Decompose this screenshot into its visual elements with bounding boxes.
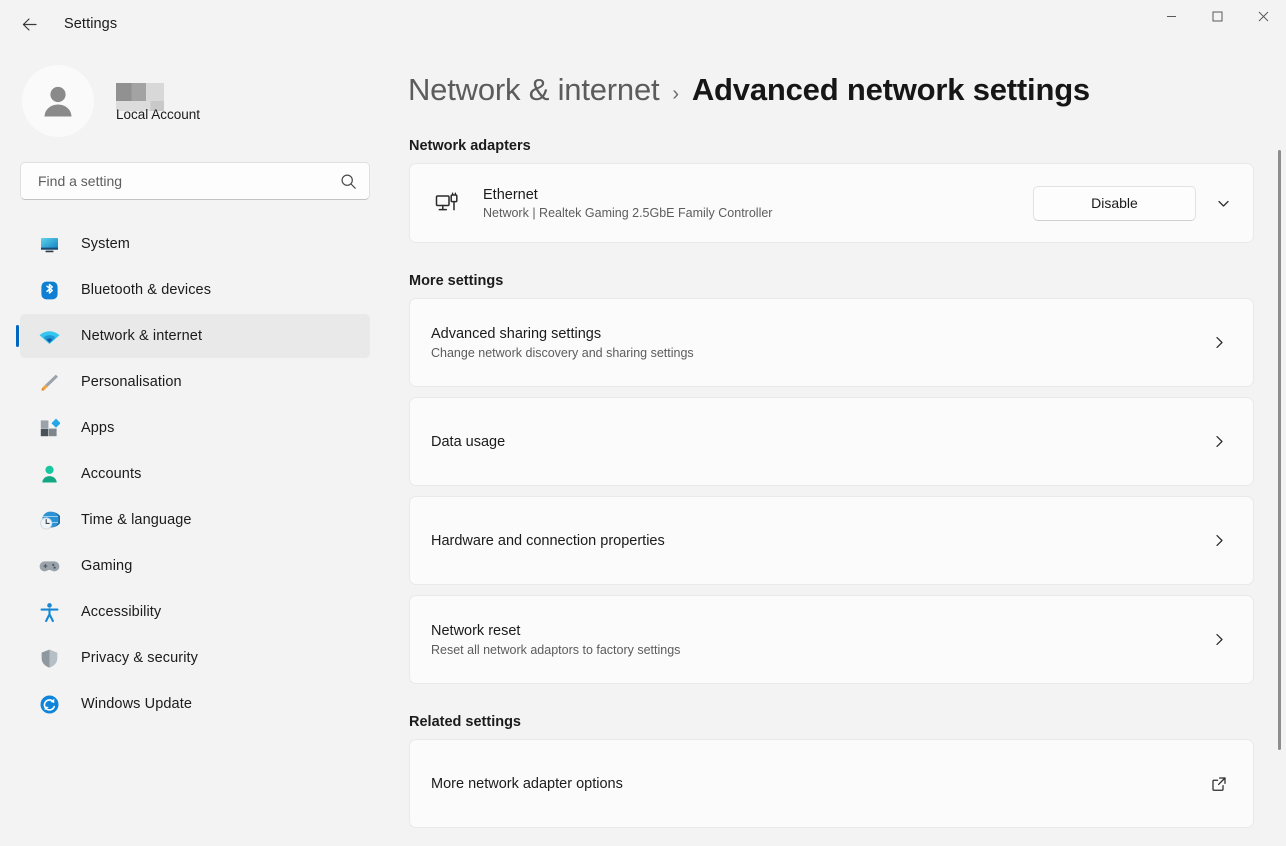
wifi-icon [38,325,60,347]
disable-button[interactable]: Disable [1033,185,1196,221]
title-bar: Settings [0,0,1286,48]
sidebar-item-label: Privacy & security [81,650,199,666]
sidebar-item-network-internet[interactable]: Network & internet [16,314,370,358]
apps-icon [38,417,60,439]
sidebar-item-label: Gaming [81,558,133,574]
chevron-right-icon [1209,533,1229,548]
sidebar-item-label: Apps [81,420,115,436]
page-title: Advanced network settings [691,72,1090,107]
sidebar-item-bluetooth-devices[interactable]: Bluetooth & devices [20,268,370,312]
sidebar-item-label: System [81,236,130,252]
app-title: Settings [64,16,118,32]
profile-text: Local Account [116,81,200,122]
sidebar-item-label: Windows Update [81,696,193,712]
setting-text: Network reset Reset all network adaptors… [431,623,1209,657]
person-icon [38,463,60,485]
person-avatar-icon [44,86,72,117]
ethernet-adapter-text: Ethernet Network | Realtek Gaming 2.5GbE… [483,187,1033,220]
bluetooth-icon [38,279,60,301]
profile-section[interactable]: Local Account [22,65,390,137]
more-network-adapter-options-card[interactable]: More network adapter options [409,739,1254,828]
refresh-icon [38,693,60,715]
sidebar-item-personalisation[interactable]: Personalisation [20,360,370,404]
sidebar-item-accessibility[interactable]: Accessibility [20,590,370,634]
ethernet-icon [432,190,462,217]
sidebar-item-gaming[interactable]: Gaming [20,544,370,588]
setting-text: More network adapter options [431,776,1209,792]
setting-title: More network adapter options [431,775,623,792]
sidebar-item-windows-update[interactable]: Windows Update [20,682,370,726]
search-icon [340,173,357,190]
user-name-redacted [116,82,164,111]
sidebar-item-system[interactable]: System [20,222,370,266]
breadcrumb-parent-link[interactable]: Network & internet [408,72,660,108]
maximize-icon [1212,11,1222,21]
paintbrush-icon [38,371,60,393]
settings-window: Settings Local Account Find a setting Sy… [0,0,1286,846]
chevron-right-icon [1209,335,1229,350]
main-content: Network & internet › Advanced network se… [390,48,1286,846]
sidebar-item-apps[interactable]: Apps [20,406,370,450]
gamepad-icon [38,555,60,577]
search-input[interactable] [36,172,334,190]
external-link-icon [1209,776,1229,792]
hardware-connection-properties-card[interactable]: Hardware and connection properties [409,496,1254,585]
sidebar-item-label: Bluetooth & devices [81,282,212,298]
sidebar-item-label: Accounts [81,466,142,482]
setting-title: Hardware and connection properties [431,532,665,549]
section-heading-network-adapters: Network adapters [409,138,531,154]
data-usage-card[interactable]: Data usage [409,397,1254,486]
section-heading-related-settings: Related settings [409,714,521,730]
chevron-right-icon [1209,434,1229,449]
sidebar-item-label: Personalisation [81,374,182,390]
account-type-label: Local Account [116,106,201,122]
clock-globe-icon [38,509,60,531]
ethernet-adapter-card[interactable]: Ethernet Network | Realtek Gaming 2.5GbE… [409,163,1254,243]
scrollbar-thumb[interactable] [1278,150,1281,750]
setting-text: Data usage [431,434,1209,450]
adapter-name: Ethernet [483,186,538,203]
back-button[interactable] [12,7,46,41]
minimize-button[interactable] [1148,0,1194,32]
accessibility-icon [38,601,60,623]
arrow-left-icon [22,17,37,31]
avatar [22,65,94,137]
setting-subtitle: Reset all network adaptors to factory se… [431,642,681,657]
sidebar-nav: System Bluetooth & devices Network & int… [0,222,390,726]
maximize-button[interactable] [1194,0,1240,32]
monitor-icon [38,233,60,255]
shield-icon [38,647,60,669]
setting-text: Hardware and connection properties [431,533,1209,549]
sidebar: Local Account Find a setting System Blue… [0,48,390,846]
breadcrumb-separator: › [672,83,679,105]
sidebar-item-label: Network & internet [81,328,203,344]
sidebar-item-privacy-security[interactable]: Privacy & security [20,636,370,680]
setting-title: Advanced sharing settings [431,325,602,342]
sidebar-item-time-language[interactable]: Time & language [20,498,370,542]
network-reset-card[interactable]: Network reset Reset all network adaptors… [409,595,1254,684]
setting-subtitle: Change network discovery and sharing set… [431,345,694,360]
content-scrollbar[interactable] [1278,48,1281,846]
setting-title: Data usage [431,433,506,450]
setting-text: Advanced sharing settings Change network… [431,326,1209,360]
adapter-subtitle: Network | Realtek Gaming 2.5GbE Family C… [483,205,773,220]
section-heading-more-settings: More settings [409,273,504,289]
search-box[interactable] [20,162,370,200]
sidebar-item-label: Accessibility [81,604,162,620]
sidebar-item-accounts[interactable]: Accounts [20,452,370,496]
breadcrumb: Network & internet › Advanced network se… [408,72,1286,108]
sidebar-item-label: Time & language [81,512,192,528]
close-button[interactable] [1240,0,1286,32]
chevron-down-icon [1217,200,1229,207]
expand-adapter-button[interactable] [1205,185,1241,221]
advanced-sharing-settings-card[interactable]: Advanced sharing settings Change network… [409,298,1254,387]
close-icon [1258,11,1268,21]
minimize-icon [1166,15,1176,17]
window-controls [1148,0,1286,32]
chevron-right-icon [1209,632,1229,647]
setting-title: Network reset [431,622,521,639]
